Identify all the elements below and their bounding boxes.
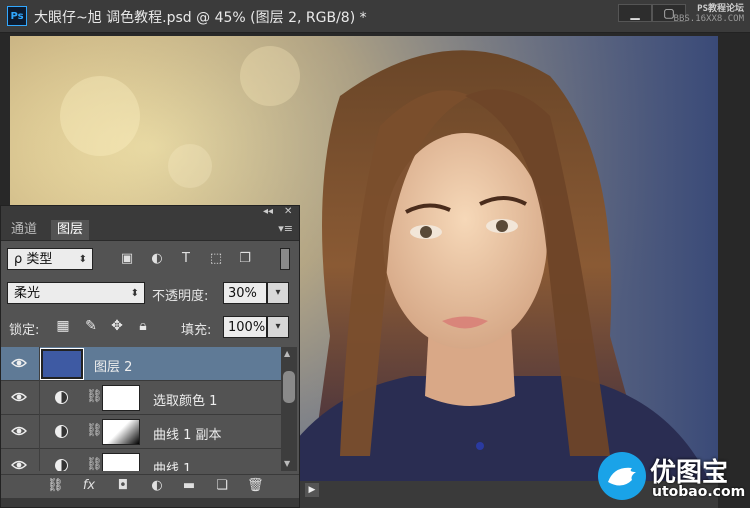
photoshop-logo-icon: Ps xyxy=(7,6,27,26)
lock-all-padlock-icon[interactable]: 🔒︎ xyxy=(135,318,151,334)
opacity-dropdown-button[interactable]: ▾ xyxy=(267,282,289,304)
filter-toggle-switch[interactable] xyxy=(280,248,290,270)
folder-icon[interactable]: ▬ xyxy=(181,478,197,493)
collapse-panel-button[interactable]: ◂◂ xyxy=(263,206,273,217)
chain-link-icon[interactable]: ⛓ xyxy=(86,423,103,438)
tab-layers[interactable]: 图层 xyxy=(51,220,90,240)
forum-watermark: PS教程论坛 BBS.16XX8.COM xyxy=(674,4,744,24)
chain-link-icon[interactable]: ⛓ xyxy=(86,389,103,404)
layer-thumbnail[interactable] xyxy=(40,348,84,380)
adjustment-layer-icon[interactable] xyxy=(55,459,68,471)
title-bar: Ps 大眼仔~旭 调色教程.psd @ 45% (图层 2, RGB/8) * … xyxy=(0,0,750,33)
row-divider xyxy=(39,381,40,415)
panel-menu-button[interactable]: ▾≡ xyxy=(278,222,293,235)
filter-pixel-icon[interactable]: ▣ xyxy=(119,251,135,267)
filter-adjustment-icon[interactable]: ◐ xyxy=(149,251,165,267)
layer-name[interactable]: 曲线 1 xyxy=(153,458,191,471)
watermark-url: utobao.com xyxy=(652,484,746,500)
opacity-input[interactable]: 30% xyxy=(223,282,267,304)
layer-name[interactable]: 图层 2 xyxy=(94,356,132,375)
layers-panel: ◂◂ ✕ 通道 图层 ▾≡ ρ 类型 ⬍ ▣ ◐ T ⬚ ❐ 柔光 ⬍ 不透明度… xyxy=(0,205,300,508)
chain-link-icon[interactable]: ⛓ xyxy=(86,457,103,471)
fill-dropdown-button[interactable]: ▾ xyxy=(267,316,289,338)
eye-visibility-icon[interactable] xyxy=(11,391,27,403)
adjustment-icon[interactable]: ◐ xyxy=(149,478,165,493)
layer-mask-thumbnail[interactable] xyxy=(102,419,140,445)
layer-filter-dropdown[interactable]: ρ 类型 ⬍ xyxy=(7,248,93,270)
minimize-button[interactable]: ▁ xyxy=(618,4,652,22)
adjustment-layer-icon[interactable] xyxy=(55,391,68,404)
chevron-updown-icon: ⬍ xyxy=(78,254,87,265)
fill-label: 填充: xyxy=(181,323,212,338)
forum-watermark-line2: BBS.16XX8.COM xyxy=(673,14,744,24)
layer-mask-thumbnail[interactable] xyxy=(102,453,140,471)
scroll-down-icon[interactable]: ▼ xyxy=(284,459,290,468)
layer-row-selective-color[interactable]: ⛓ 选取颜色 1 xyxy=(1,381,281,415)
layers-scrollbar[interactable]: ▲ ▼ xyxy=(281,347,297,471)
filter-type-icon[interactable]: T xyxy=(178,251,194,267)
filter-smart-object-icon[interactable]: ❐ xyxy=(237,251,253,267)
opacity-label: 不透明度: xyxy=(152,289,209,304)
row-divider xyxy=(39,449,40,471)
blend-mode-dropdown[interactable]: 柔光 ⬍ xyxy=(7,282,145,304)
panel-header-strip: ◂◂ ✕ xyxy=(1,206,299,218)
fx-icon[interactable]: fx xyxy=(81,478,97,493)
layer-mask-thumbnail[interactable] xyxy=(102,385,140,411)
lock-label: 锁定: xyxy=(9,323,40,338)
scrollbar-thumb[interactable] xyxy=(283,371,295,403)
layer-row-layer2[interactable]: 图层 2 xyxy=(1,347,281,381)
close-panel-button[interactable]: ✕ xyxy=(284,206,292,217)
layer-row-curves-copy[interactable]: ⛓ 曲线 1 副本 xyxy=(1,415,281,449)
layer-name[interactable]: 曲线 1 副本 xyxy=(153,424,222,443)
trash-icon[interactable]: 🗑︎ xyxy=(247,478,264,493)
lock-position-move-icon[interactable]: ✥ xyxy=(109,318,125,334)
layer-name[interactable]: 选取颜色 1 xyxy=(153,390,217,409)
new-layer-icon[interactable]: ❏ xyxy=(214,478,230,493)
panel-resize-grip[interactable] xyxy=(1,498,299,507)
document-title: 大眼仔~旭 调色教程.psd @ 45% (图层 2, RGB/8) * xyxy=(34,10,367,26)
row-divider xyxy=(39,415,40,449)
mask-icon[interactable]: ◘ xyxy=(115,478,131,493)
panel-tabs: 通道 图层 ▾≡ xyxy=(1,218,299,241)
scroll-up-icon[interactable]: ▲ xyxy=(284,349,290,358)
fill-input[interactable]: 100% xyxy=(223,316,267,338)
lock-image-brush-icon[interactable]: ✎ xyxy=(83,318,99,334)
layer-row-curves[interactable]: ⛓ 曲线 1 xyxy=(1,449,281,471)
adjustment-layer-icon[interactable] xyxy=(55,425,68,438)
link-icon[interactable]: ⛓ xyxy=(47,478,64,493)
filter-shape-icon[interactable]: ⬚ xyxy=(208,251,224,267)
chevron-updown-icon: ⬍ xyxy=(130,288,139,299)
site-watermark: 优图宝 utobao.com xyxy=(598,452,750,508)
row-divider xyxy=(39,347,40,381)
tab-channels[interactable]: 通道 xyxy=(5,220,43,240)
eye-visibility-icon[interactable] xyxy=(11,459,27,471)
play-icon[interactable]: ▶ xyxy=(305,483,319,497)
bird-logo-icon xyxy=(598,452,646,500)
eye-visibility-icon[interactable] xyxy=(11,425,27,437)
eye-visibility-icon[interactable] xyxy=(11,357,27,369)
forum-watermark-line1: PS教程论坛 xyxy=(697,4,744,14)
layers-list: 图层 2 ⛓ 选取颜色 1 ⛓ 曲线 1 副本 ⛓ 曲线 1 xyxy=(1,347,281,471)
layers-panel-toolbar: ⛓ fx ◘ ◐ ▬ ❏ 🗑︎ xyxy=(1,474,299,499)
lock-transparency-icon[interactable]: ▦ xyxy=(55,318,71,334)
layer-filter-label: ρ 类型 xyxy=(14,252,53,267)
blend-mode-value: 柔光 xyxy=(14,286,41,301)
